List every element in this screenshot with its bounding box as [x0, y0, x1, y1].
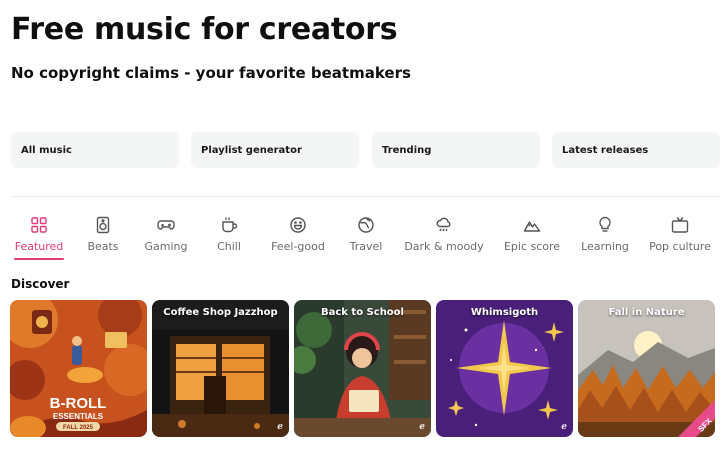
tab-feel-good[interactable]: Feel-good	[270, 214, 326, 262]
playlist-artwork	[436, 300, 573, 437]
coffee-cup-icon	[222, 217, 238, 233]
card-art-text: B-ROLL	[50, 395, 107, 412]
quick-link-all-music[interactable]: All music	[11, 132, 179, 168]
tab-gaming[interactable]: Gaming	[142, 214, 190, 262]
tab-label: Beats	[87, 240, 119, 253]
playlist-card-coffee-shop-jazzhop[interactable]: Coffee Shop Jazzhop ℯ	[152, 300, 289, 437]
playlist-artwork	[152, 300, 289, 437]
card-art-text: FALL 2025	[63, 425, 94, 431]
tab-epic-score[interactable]: Epic score	[504, 214, 560, 262]
playlist-artwork: B-ROLL ESSENTIALS FALL 2025	[10, 300, 147, 437]
tab-label: Travel	[349, 240, 383, 253]
section-heading-discover: Discover	[11, 277, 70, 291]
tab-label: Dark & moody	[404, 240, 484, 253]
playlist-card-back-to-school[interactable]: Back to School ℯ	[294, 300, 431, 437]
tab-learning[interactable]: Learning	[581, 214, 629, 262]
category-tabs: Featured Beats Gaming Chill Feel-good Tr…	[0, 214, 722, 264]
quick-links: All music Playlist generator Trending La…	[11, 132, 722, 168]
tab-label: Gaming	[144, 240, 188, 253]
tab-label: Chill	[217, 240, 241, 253]
tab-dark-moody[interactable]: Dark & moody	[404, 214, 484, 262]
card-art-text: ESSENTIALS	[53, 412, 104, 421]
tab-label: Feel-good	[271, 240, 325, 253]
brand-logo-icon: ℯ	[277, 422, 283, 432]
playlist-card-fall-in-nature[interactable]: SFX Fall in Nature	[578, 300, 715, 437]
tab-beats[interactable]: Beats	[82, 214, 124, 262]
active-tab-indicator	[14, 258, 64, 260]
playlist-artwork	[294, 300, 431, 437]
brand-logo-icon: ℯ	[419, 422, 425, 432]
playlist-card-b-roll-essentials[interactable]: B-ROLL ESSENTIALS FALL 2025	[10, 300, 147, 437]
discover-carousel: B-ROLL ESSENTIALS FALL 2025 Coffee Shop …	[10, 300, 722, 438]
quick-link-trending[interactable]: Trending	[372, 132, 540, 168]
divider	[11, 196, 720, 197]
lightbulb-icon	[599, 216, 611, 232]
tab-pop-culture[interactable]: Pop culture	[649, 214, 711, 262]
playlist-card-title: Back to School	[321, 307, 404, 318]
tab-label: Epic score	[503, 240, 561, 253]
brand-logo-icon: ℯ	[561, 422, 567, 432]
globe-icon	[358, 217, 374, 233]
playlist-card-title: Coffee Shop Jazzhop	[163, 307, 278, 318]
mountain-icon	[523, 221, 541, 232]
tab-travel[interactable]: Travel	[346, 214, 386, 262]
tab-featured[interactable]: Featured	[14, 214, 64, 262]
quick-link-playlist-generator[interactable]: Playlist generator	[191, 132, 359, 168]
speaker-icon	[96, 216, 110, 234]
tab-label: Pop culture	[649, 240, 711, 253]
tab-chill[interactable]: Chill	[211, 214, 247, 262]
page-subtitle: No copyright claims - your favorite beat…	[11, 64, 411, 82]
tab-label: Learning	[581, 240, 629, 253]
playlist-card-whimsigoth[interactable]: Whimsigoth ℯ	[436, 300, 573, 437]
grid-icon	[31, 217, 47, 233]
tv-icon	[671, 217, 689, 233]
page-title: Free music for creators	[11, 12, 398, 47]
tab-label: Featured	[14, 240, 64, 253]
smiley-icon	[290, 217, 306, 233]
storm-cloud-icon	[436, 217, 451, 232]
playlist-artwork: SFX	[578, 300, 715, 437]
playlist-card-title: Fall in Nature	[608, 307, 685, 318]
quick-link-latest-releases[interactable]: Latest releases	[552, 132, 720, 168]
gamepad-icon	[157, 220, 175, 230]
playlist-card-title: Whimsigoth	[470, 307, 539, 318]
